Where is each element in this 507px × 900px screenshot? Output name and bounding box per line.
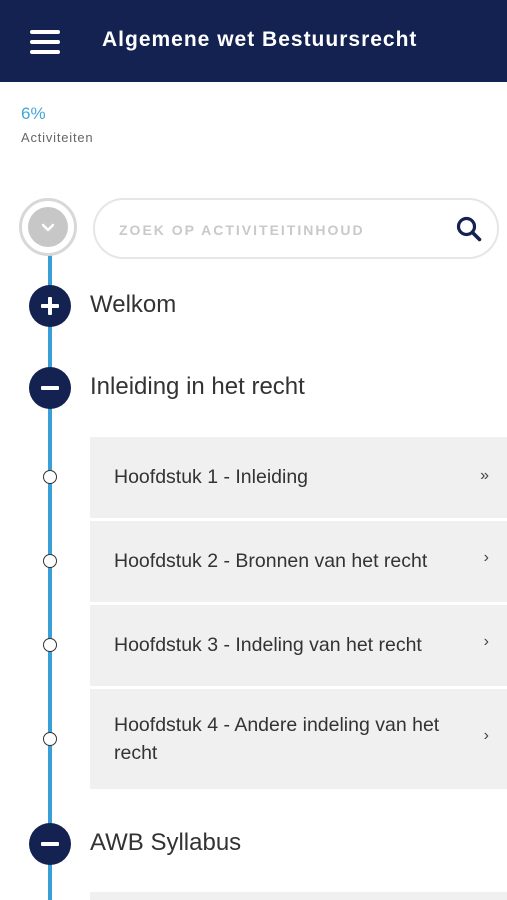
search-button[interactable] — [455, 215, 483, 243]
chapter-item-2[interactable]: Hoofdstuk 2 - Bronnen van het recht › — [90, 521, 507, 602]
chevron-right-icon: › — [483, 727, 489, 744]
search-bar — [93, 198, 499, 259]
collapse-all-button[interactable] — [19, 198, 77, 256]
chapter-marker — [43, 638, 57, 652]
minus-icon — [41, 386, 59, 390]
search-icon — [456, 216, 482, 242]
minus-icon — [41, 842, 59, 846]
chapter-marker — [43, 732, 57, 746]
page-title: Algemene wet Bestuursrecht — [102, 28, 418, 51]
chevron-right-icon: › — [483, 633, 489, 650]
search-input[interactable] — [117, 216, 441, 244]
collapse-section-awb-button[interactable] — [29, 823, 71, 865]
chapter-item-3[interactable]: Hoofdstuk 3 - Indeling van het recht › — [90, 605, 507, 686]
chapter-marker — [43, 554, 57, 568]
section-title-inleiding[interactable]: Inleiding in het recht — [90, 373, 305, 401]
progress-percent: 6% — [21, 104, 46, 123]
progress-label: Activiteiten — [21, 130, 94, 145]
chapter-item-partial[interactable] — [90, 892, 507, 900]
section-title-awb-syllabus[interactable]: AWB Syllabus — [90, 829, 241, 857]
chapter-label: Hoofdstuk 1 - Inleiding — [114, 466, 309, 488]
chevron-right-icon: › — [483, 549, 489, 566]
chapter-marker — [43, 470, 57, 484]
chapter-label: Hoofdstuk 3 - Indeling van het recht — [114, 634, 422, 656]
chapter-item-1[interactable]: Hoofdstuk 1 - Inleiding » — [90, 437, 507, 518]
expand-section-welkom-button[interactable] — [29, 285, 71, 327]
timeline-line — [48, 255, 52, 900]
hamburger-menu-icon[interactable] — [26, 26, 66, 58]
chapter-label: Hoofdstuk 4 - Andere indeling van het re… — [114, 714, 440, 764]
collapse-section-inleiding-button[interactable] — [29, 367, 71, 409]
chevron-down-icon — [41, 223, 55, 232]
chapter-label: Hoofdstuk 2 - Bronnen van het recht — [114, 550, 428, 572]
app-header: Algemene wet Bestuursrecht — [0, 0, 507, 82]
section-title-welkom[interactable]: Welkom — [90, 291, 176, 319]
chapter-item-4[interactable]: Hoofdstuk 4 - Andere indeling van het re… — [90, 689, 507, 789]
double-chevron-right-icon: » — [480, 467, 489, 484]
